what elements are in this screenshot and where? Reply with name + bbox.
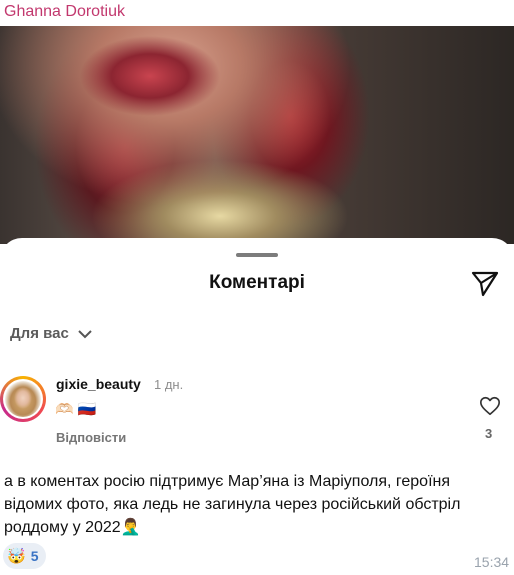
- message-text: а в коментах росію підтримує Мар’яна із …: [4, 473, 461, 536]
- comment-time: 1 дн.: [154, 377, 184, 392]
- avatar-inner: [3, 379, 43, 419]
- post-photo[interactable]: [0, 26, 514, 244]
- sender-name[interactable]: Ghanna Dorotiuk: [4, 2, 125, 24]
- send-icon[interactable]: [470, 268, 500, 298]
- comment-item: gixie_beauty 1 дн. 🫶🏻 🇷🇺 Відповісти 3: [0, 374, 514, 454]
- message-time: 15:34: [474, 554, 510, 570]
- comments-sheet: Коментарі Для вас gixie_beauty 1 дн. 🫶🏻 …: [0, 238, 514, 468]
- comment-text: 🫶🏻 🇷🇺: [55, 401, 97, 418]
- filter-dropdown[interactable]: Для вас: [10, 325, 93, 342]
- sheet-title: Коментарі: [209, 272, 305, 293]
- reply-button[interactable]: Відповісти: [56, 430, 126, 445]
- filter-label: Для вас: [10, 325, 69, 342]
- chevron-down-icon: [78, 329, 92, 338]
- heart-icon[interactable]: [479, 395, 501, 417]
- reaction-emoji: 🤯: [7, 548, 26, 565]
- avatar[interactable]: [0, 376, 46, 422]
- avatar-image: [5, 381, 41, 417]
- sheet-drag-handle[interactable]: [236, 253, 278, 257]
- reaction-count: 5: [30, 548, 39, 564]
- reaction-badge[interactable]: 🤯 5: [3, 543, 47, 569]
- comment-username[interactable]: gixie_beauty: [56, 376, 141, 392]
- like-count: 3: [485, 426, 493, 441]
